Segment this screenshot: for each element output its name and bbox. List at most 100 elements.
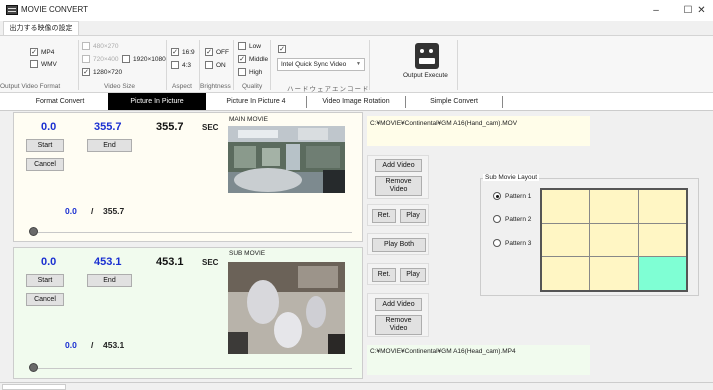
tab-picture-in-picture-4[interactable]: Picture In Picture 4	[206, 93, 306, 110]
sub-ret-button[interactable]: Ret.	[372, 268, 396, 282]
checkbox-label: Low	[249, 42, 261, 50]
sub-video-path: C:¥MOVIE¥Continental¥GM A16(Head_cam).MP…	[367, 345, 590, 375]
sub-video-preview	[228, 262, 345, 354]
projector-body	[419, 58, 435, 64]
checkbox-label: Middle	[249, 55, 269, 63]
main-playback-controls: Ret. Play	[367, 204, 429, 226]
projector-icon	[415, 43, 439, 69]
sub-remove-video-button[interactable]: Remove Video	[375, 315, 422, 335]
checkbox-box	[82, 42, 90, 50]
checkbox-box: ✓	[30, 48, 38, 56]
group-divider	[166, 40, 167, 90]
main-movie-label: MAIN MOVIE	[229, 116, 269, 123]
size-720-checkbox: 720×400	[82, 55, 119, 63]
group-divider	[369, 40, 370, 90]
quality-high-checkbox[interactable]: High	[238, 68, 262, 76]
checkbox-box	[122, 55, 130, 63]
format-wmv-checkbox[interactable]: WMV	[30, 60, 57, 68]
layout-cell[interactable]	[638, 190, 686, 223]
sub-seek-track[interactable]	[32, 368, 352, 369]
group-divider	[457, 40, 458, 90]
size-480-checkbox: 480×270	[82, 42, 119, 50]
main-start-time: 0.0	[41, 121, 57, 133]
main-start-button[interactable]: Start	[26, 139, 64, 152]
pattern-3-radio[interactable]: Pattern 3	[493, 239, 531, 247]
tab-picture-in-picture[interactable]: Picture In Picture	[108, 93, 206, 110]
tab-simple-convert[interactable]: Simple Convert	[406, 93, 502, 110]
layout-preview-grid[interactable]	[540, 188, 688, 292]
checkbox-box: ✓	[171, 48, 179, 56]
group-label-brightness: Brightness	[200, 83, 231, 90]
group-divider	[233, 40, 234, 90]
encoder-select-value: Intel Quick Sync Video	[281, 61, 347, 68]
checkbox-label: 480×270	[93, 42, 119, 50]
group-divider	[78, 40, 79, 90]
ribbon-tab-output-settings[interactable]: 出力する映像の設定	[3, 21, 79, 36]
main-add-video-button[interactable]: Add Video	[375, 159, 422, 172]
size-1920-checkbox[interactable]: 1920×1080	[122, 55, 166, 63]
tab-format-convert[interactable]: Format Convert	[10, 93, 110, 110]
group-label-output-format: Output Video Format	[0, 83, 61, 90]
group-label-quality: Quality	[242, 83, 263, 90]
sub-start-button[interactable]: Start	[26, 274, 64, 287]
quality-low-checkbox[interactable]: Low	[238, 42, 261, 50]
main-play-button[interactable]: Play	[400, 209, 426, 223]
sub-cancel-button[interactable]: Cancel	[26, 293, 64, 306]
sub-play-button[interactable]: Play	[400, 268, 426, 282]
pattern-2-radio[interactable]: Pattern 2	[493, 215, 531, 223]
hw-encode-checkbox[interactable]: ✓	[278, 45, 286, 53]
brightness-on-checkbox[interactable]: ON	[205, 61, 226, 69]
encoder-select[interactable]: Intel Quick Sync Video ▼	[277, 58, 365, 71]
lens-right	[427, 47, 435, 55]
checkbox-box	[82, 55, 90, 63]
quality-middle-checkbox[interactable]: ✓ Middle	[238, 55, 268, 63]
size-1280-checkbox[interactable]: ✓ 1280×720	[82, 68, 122, 76]
sub-total-time: 453.1	[103, 340, 125, 350]
title-bar: MOVIE CONVERT – ☐ ✕	[0, 0, 713, 21]
group-divider	[270, 40, 271, 90]
checkbox-label: High	[249, 68, 263, 76]
brightness-off-checkbox[interactable]: ✓ OFF	[205, 48, 229, 56]
radio-dot	[493, 239, 501, 247]
main-ret-button[interactable]: Ret.	[372, 209, 396, 223]
format-mp4-checkbox[interactable]: ✓ MP4	[30, 48, 54, 56]
sub-end-button[interactable]: End	[87, 274, 132, 287]
sub-add-video-button[interactable]: Add Video	[375, 298, 422, 311]
layout-cell[interactable]	[542, 223, 590, 257]
play-both-button[interactable]: Play Both	[372, 238, 426, 252]
sub-slash: /	[91, 340, 94, 350]
main-seek-track[interactable]	[32, 232, 352, 233]
aspect-16-9-checkbox[interactable]: ✓ 16:9	[171, 48, 195, 56]
main-duration: 355.7	[156, 121, 184, 133]
sub-end-time: 453.1	[94, 256, 122, 268]
radio-dot	[493, 192, 501, 200]
pattern-1-radio[interactable]: Pattern 1	[493, 192, 531, 200]
group-label-hw-encode: ハードウェアエンコード	[287, 86, 370, 93]
main-remove-video-button[interactable]: Remove Video	[375, 176, 422, 196]
sub-seek-thumb[interactable]	[29, 363, 38, 372]
output-execute-button[interactable]: Output Execute	[399, 38, 453, 86]
layout-cell[interactable]	[590, 257, 638, 290]
status-tab	[2, 384, 66, 390]
main-end-button[interactable]: End	[87, 139, 132, 152]
layout-cell[interactable]	[590, 190, 638, 223]
group-label-aspect: Aspect	[172, 83, 192, 90]
checkbox-label: OFF	[216, 48, 229, 56]
tab-video-image-rotation[interactable]: Video Image Rotation	[307, 93, 405, 110]
checkbox-box	[238, 68, 246, 76]
aspect-4-3-checkbox[interactable]: 4:3	[171, 61, 191, 69]
layout-cell[interactable]	[542, 257, 590, 290]
layout-cell[interactable]	[542, 190, 590, 223]
layout-cell-selected[interactable]	[638, 257, 686, 290]
main-movie-panel: 0.0 355.7 355.7 SEC Start End Cancel 0.0…	[13, 112, 363, 242]
main-cancel-button[interactable]: Cancel	[26, 158, 64, 171]
close-button[interactable]: ✕	[690, 0, 713, 21]
output-execute-label: Output Execute	[403, 72, 448, 79]
sub-playback-controls: Ret. Play	[367, 263, 429, 285]
radio-label: Pattern 1	[505, 192, 532, 200]
minimize-button[interactable]: –	[640, 0, 672, 21]
checkbox-box	[30, 60, 38, 68]
main-seek-thumb[interactable]	[29, 227, 38, 236]
layout-cell[interactable]	[590, 223, 638, 257]
layout-cell[interactable]	[638, 223, 686, 257]
